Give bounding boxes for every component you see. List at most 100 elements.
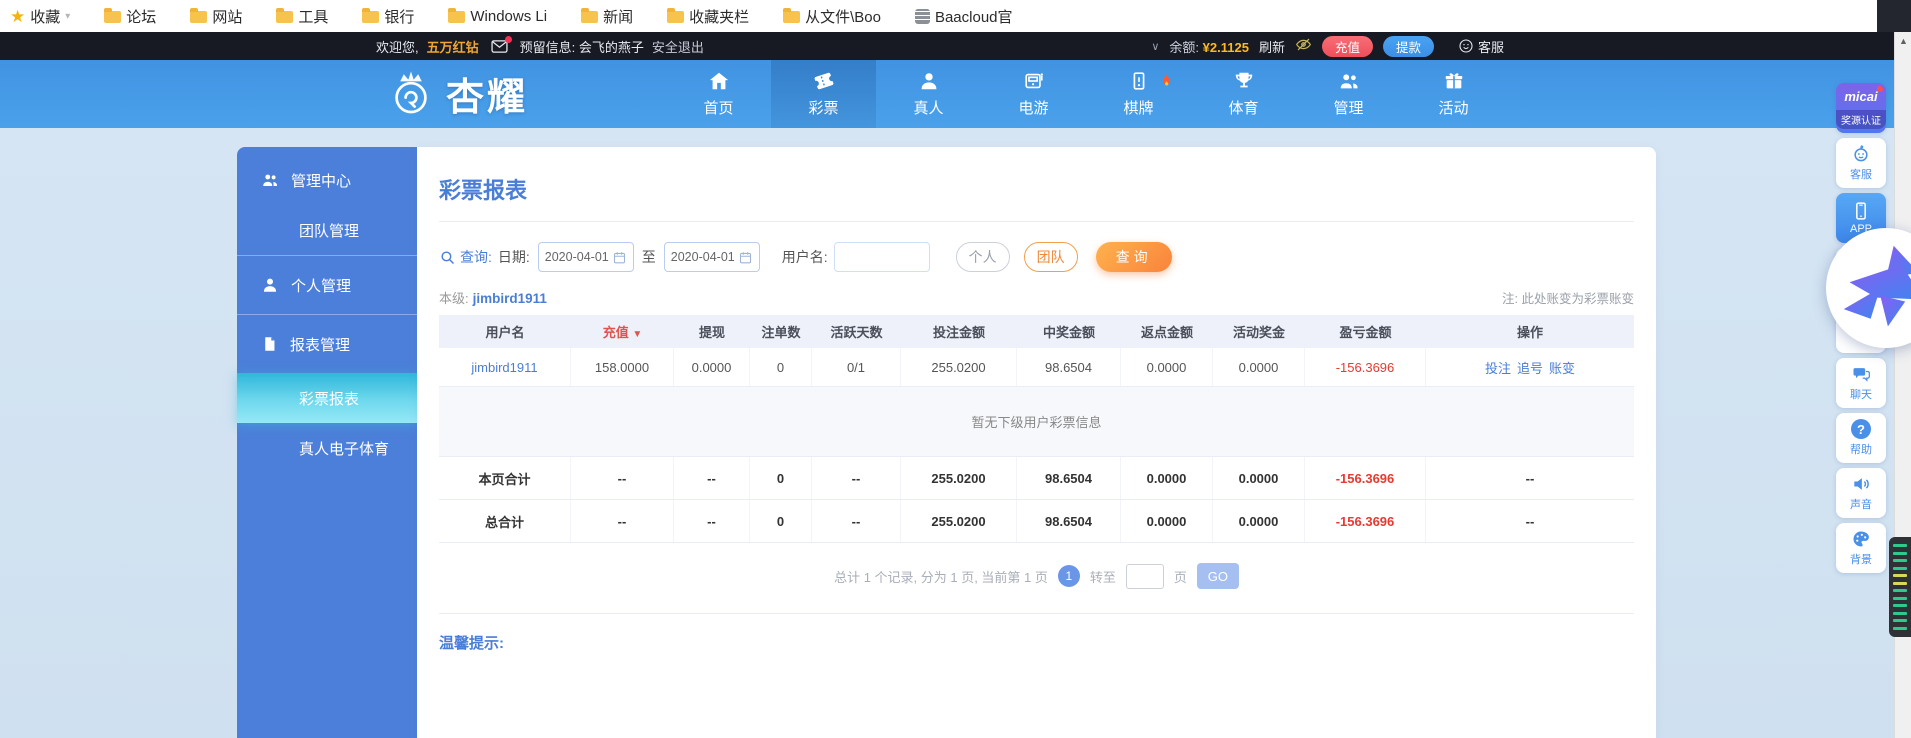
bookmark-folder-bank[interactable]: 银行	[362, 6, 414, 27]
to-label: 至	[642, 247, 656, 267]
folder-icon	[190, 11, 207, 23]
scrollbar-up-arrow[interactable]: ▲	[1895, 32, 1911, 49]
sidebar-item-lottery-report[interactable]: 彩票报表	[237, 373, 417, 423]
report-table: 用户名 充值 ▼ 提现 注单数 活跃天数 投注金额 中奖金额 返点金额 活动奖金…	[439, 315, 1634, 543]
nav-item-manage[interactable]: 管理	[1296, 60, 1401, 128]
bookmark-favorites[interactable]: ★ 收藏 ▾	[10, 6, 70, 27]
row-actions: 投注 追号 账变	[1426, 348, 1634, 386]
nav-item-sports[interactable]: 体育	[1191, 60, 1296, 128]
level-row: 本级:jimbird1911 注: 此处账变为彩票账变	[439, 288, 1634, 307]
home-icon	[708, 70, 730, 92]
recharge-button[interactable]: 充值	[1322, 36, 1373, 57]
date-to-field[interactable]	[664, 242, 760, 272]
level-label: 本级:	[439, 291, 469, 306]
eye-slash-icon[interactable]	[1295, 37, 1312, 55]
star-icon: ★	[10, 8, 25, 25]
sound-widget[interactable]: 声音	[1836, 468, 1886, 518]
topbar-left: 欢迎您, 五万红钻 预留信息: 会飞的燕子 安全退出	[376, 32, 704, 60]
bird-icon	[1838, 240, 1911, 336]
help-widget[interactable]: ? 帮助	[1836, 413, 1886, 463]
date-to-input[interactable]	[671, 250, 737, 264]
chat-widget[interactable]: 聊天	[1836, 358, 1886, 408]
phone-icon	[1851, 201, 1871, 221]
main-nav: 杏耀 首页 彩票 真人 电游 棋牌	[0, 60, 1911, 128]
mahjong-tile-icon	[1128, 70, 1150, 92]
account-change-link[interactable]: 账变	[1549, 358, 1575, 377]
bookmark-folder-tools[interactable]: 工具	[276, 6, 328, 27]
folder-icon	[104, 11, 121, 23]
ticket-icon	[813, 70, 835, 92]
bookmark-baacloud[interactable]: Baacloud官	[915, 6, 1013, 27]
nav-item-boardgames[interactable]: 棋牌	[1086, 60, 1191, 128]
folder-icon	[783, 11, 800, 23]
sidebar-item-team-management[interactable]: 团队管理	[237, 205, 417, 255]
username-input[interactable]	[834, 242, 930, 272]
service-button[interactable]: 客服	[1458, 37, 1504, 56]
divider	[439, 221, 1634, 222]
palette-icon	[1850, 529, 1872, 549]
site-logo[interactable]: 杏耀	[384, 66, 528, 121]
bookmark-folder-windows[interactable]: Windows Li	[448, 8, 547, 25]
people-icon	[261, 171, 279, 189]
balance-label: 余额:	[1169, 40, 1199, 55]
welcome-text: 欢迎您,	[376, 37, 419, 56]
calendar-icon[interactable]	[612, 250, 627, 265]
award-cert-badge[interactable]: micai 奖源认证	[1836, 83, 1886, 133]
date-from-input[interactable]	[545, 250, 611, 264]
nav-item-activity[interactable]: 活动	[1401, 60, 1506, 128]
sortable-column-recharge[interactable]: 充值 ▼	[571, 322, 674, 341]
sidebar-item-management-center[interactable]: 管理中心	[237, 147, 417, 205]
main-panel: 彩票报表 查询: 日期: 至 用户名: 个人 团队 查询 本级:jimbird1…	[417, 147, 1656, 738]
search-submit-button[interactable]: 查询	[1096, 242, 1172, 272]
nav-item-home[interactable]: 首页	[666, 60, 771, 128]
bookmark-folder-forum[interactable]: 论坛	[104, 6, 156, 27]
go-button[interactable]: GO	[1197, 563, 1239, 589]
chase-link[interactable]: 追号	[1517, 358, 1543, 377]
nav-item-lottery[interactable]: 彩票	[771, 60, 876, 128]
balance-value: ¥2.1125	[1203, 40, 1249, 55]
bookmark-folder-news[interactable]: 新闻	[581, 6, 633, 27]
chevron-down-icon[interactable]: ∨	[1151, 40, 1159, 53]
service-widget[interactable]: 客服	[1836, 138, 1886, 188]
bookmark-folder-fromfile[interactable]: 从文件\Boo	[783, 6, 881, 27]
thunder-bird-overlay[interactable]	[1826, 228, 1911, 348]
divider	[439, 613, 1634, 614]
empty-message: 暂无下级用户彩票信息	[439, 387, 1634, 457]
nav-item-live[interactable]: 真人	[876, 60, 981, 128]
logo-text: 杏耀	[446, 66, 528, 121]
logout-link[interactable]: 安全退出	[652, 37, 704, 56]
goto-page-input[interactable]	[1126, 564, 1164, 589]
folder-icon	[276, 11, 293, 23]
username-link[interactable]: jimbird1911	[471, 360, 537, 375]
page-title: 彩票报表	[439, 173, 1634, 205]
calendar-icon[interactable]	[738, 250, 753, 265]
goto-label: 转至	[1090, 567, 1116, 586]
smiley-icon	[1458, 38, 1474, 54]
nav-item-egame[interactable]: 电游	[981, 60, 1086, 128]
chevron-down-icon: ▾	[65, 11, 70, 22]
sidebar-item-personal-management[interactable]: 个人管理	[237, 256, 417, 314]
background-widget[interactable]: 背景	[1836, 523, 1886, 573]
message-button[interactable]	[491, 39, 508, 54]
withdraw-button[interactable]: 提款	[1383, 36, 1434, 57]
robot-icon	[1850, 144, 1872, 164]
speaker-icon	[1850, 474, 1872, 494]
refresh-link[interactable]: 刷新	[1259, 37, 1285, 56]
folder-icon	[448, 11, 465, 23]
level-user-link[interactable]: jimbird1911	[473, 291, 547, 306]
profit-value: -156.3696	[1305, 348, 1426, 386]
page-1-button[interactable]: 1	[1058, 565, 1080, 587]
personal-filter-button[interactable]: 个人	[956, 242, 1010, 272]
team-filter-button[interactable]: 团队	[1024, 242, 1078, 272]
bet-detail-link[interactable]: 投注	[1485, 358, 1511, 377]
bookmark-folder-favbar[interactable]: 收藏夹栏	[667, 6, 749, 27]
vip-name[interactable]: 五万红钻	[427, 37, 479, 56]
pagination-summary: 总计 1 个记录, 分为 1 页, 当前第 1 页	[834, 567, 1048, 586]
sidebar-item-report-management[interactable]: 报表管理	[237, 315, 417, 373]
bookmark-folder-sites[interactable]: 网站	[190, 6, 242, 27]
cert-label: 奖源认证	[1836, 110, 1886, 129]
sidebar-item-live-esports[interactable]: 真人电子体育	[237, 423, 417, 473]
date-from-field[interactable]	[538, 242, 634, 272]
screen: ★ 收藏 ▾ 论坛 网站 工具 银行 Windows Li 新闻 收藏夹栏 从文…	[0, 0, 1911, 738]
grand-total-row: 总合计 -- -- 0 -- 255.0200 98.6504 0.0000 0…	[439, 500, 1634, 543]
